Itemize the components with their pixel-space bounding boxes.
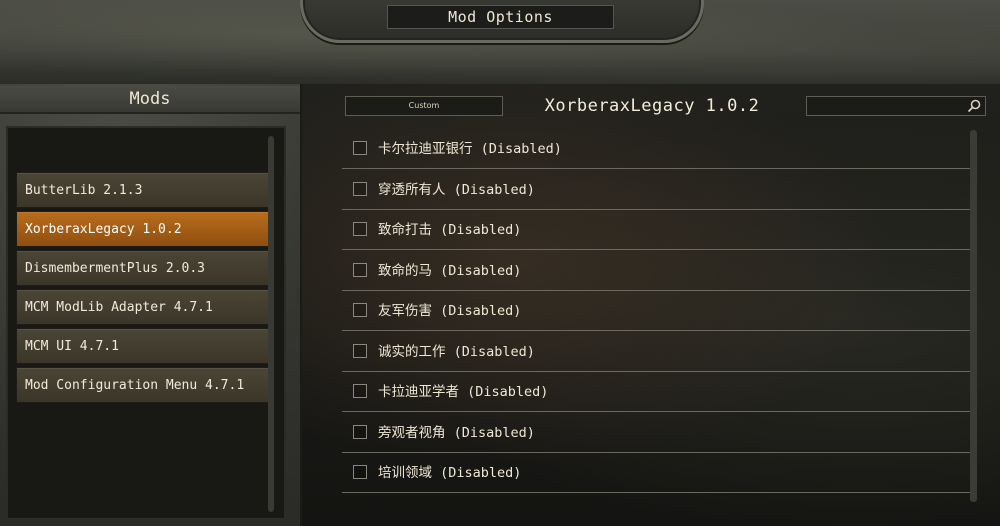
option-row[interactable]: 穿透所有人 (Disabled): [342, 169, 970, 210]
page-title: Mod Options: [387, 5, 614, 29]
option-checkbox[interactable]: [353, 182, 367, 196]
mod-item-mcm-ui[interactable]: MCM UI 4.7.1: [16, 328, 272, 364]
mod-item-xorberaxlegacy[interactable]: XorberaxLegacy 1.0.2: [16, 211, 272, 247]
option-label: 诚实的工作 (Disabled): [378, 344, 535, 360]
option-checkbox[interactable]: [353, 344, 367, 358]
option-label: 致命打击 (Disabled): [378, 222, 522, 238]
mods-list: ButterLib 2.1.3 XorberaxLegacy 1.0.2 Dis…: [6, 126, 286, 520]
option-checkbox[interactable]: [353, 384, 367, 398]
option-row[interactable]: 卡尔拉迪亚银行 (Disabled): [342, 128, 970, 169]
selected-mod-title: XorberaxLegacy 1.0.2: [544, 96, 760, 116]
option-row[interactable]: 旁观者视角 (Disabled): [342, 412, 970, 453]
option-label: 穿透所有人 (Disabled): [378, 182, 535, 198]
option-checkbox[interactable]: [353, 141, 367, 155]
option-row[interactable]: 诚实的工作 (Disabled): [342, 331, 970, 372]
option-checkbox[interactable]: [353, 222, 367, 236]
options-panel: Custom XorberaxLegacy 1.0.2 卡尔拉迪亚银行 (Dis…: [300, 84, 1000, 526]
option-label: 旁观者视角 (Disabled): [378, 425, 535, 441]
option-label: 培训领域 (Disabled): [378, 465, 522, 481]
option-row[interactable]: 友军伤害 (Disabled): [342, 290, 970, 331]
option-label: 友军伤害 (Disabled): [378, 303, 522, 319]
option-checkbox[interactable]: [353, 263, 367, 277]
mod-item-dismembermentplus[interactable]: DismembermentPlus 2.0.3: [16, 250, 272, 286]
search-icon[interactable]: [967, 99, 981, 113]
mod-item-mcm-modlib-adapter[interactable]: MCM ModLib Adapter 4.7.1: [16, 289, 272, 325]
mod-item-mod-configuration-menu[interactable]: Mod Configuration Menu 4.7.1: [16, 367, 272, 403]
option-label: 卡尔拉迪亚银行 (Disabled): [378, 141, 562, 157]
option-row[interactable]: 致命打击 (Disabled): [342, 209, 970, 250]
option-row[interactable]: 卡拉迪亚学者 (Disabled): [342, 371, 970, 412]
option-checkbox[interactable]: [353, 425, 367, 439]
option-checkbox[interactable]: [353, 303, 367, 317]
option-checkbox[interactable]: [353, 465, 367, 479]
top-bar: Mod Options: [0, 0, 1000, 86]
search-input[interactable]: [806, 96, 986, 116]
option-label: 致命的马 (Disabled): [378, 263, 522, 279]
mods-panel: Mods ButterLib 2.1.3 XorberaxLegacy 1.0.…: [0, 84, 300, 526]
options-list-scrollbar[interactable]: [970, 130, 977, 502]
option-label: 卡拉迪亚学者 (Disabled): [378, 384, 549, 400]
option-row[interactable]: 培训领域 (Disabled): [342, 452, 970, 493]
preset-dropdown-button[interactable]: Custom: [345, 96, 503, 116]
mods-list-scrollbar[interactable]: [268, 136, 274, 512]
mods-panel-title: Mods: [0, 86, 300, 114]
options-list: 卡尔拉迪亚银行 (Disabled) 穿透所有人 (Disabled) 致命打击…: [342, 128, 972, 512]
mod-item-butterlib[interactable]: ButterLib 2.1.3: [16, 172, 272, 208]
option-row[interactable]: 致命的马 (Disabled): [342, 250, 970, 291]
